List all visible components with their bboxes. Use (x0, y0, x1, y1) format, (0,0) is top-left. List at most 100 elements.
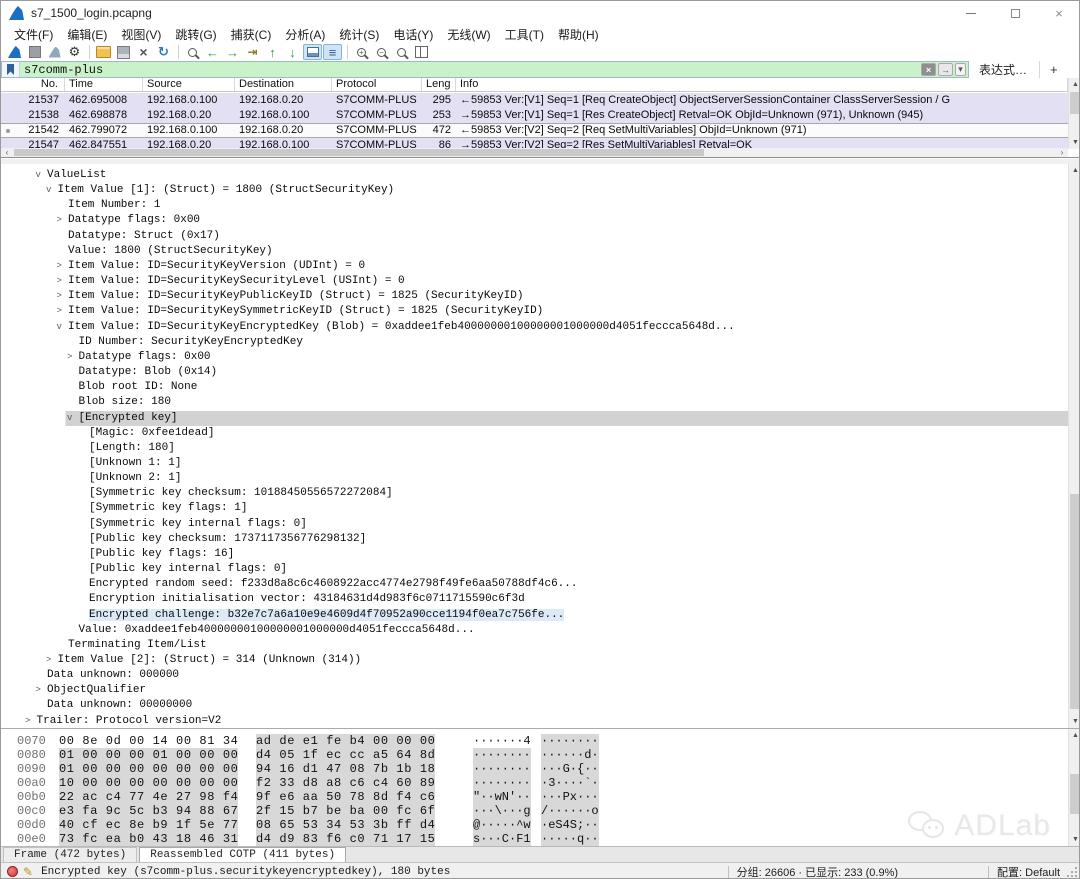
menu-item-f[interactable]: 文件(F) (7, 25, 60, 44)
collapse-arrow-icon[interactable]: v (36, 168, 41, 183)
scroll-thumb[interactable] (1070, 774, 1080, 814)
tree-row[interactable]: >Datatype flags: 0x00 (1, 350, 1068, 365)
tree-row[interactable]: [Unknown 1: 1] (1, 456, 1068, 471)
tree-row[interactable]: [Magic: 0xfee1dead] (1, 426, 1068, 441)
tree-row[interactable]: >ObjectQualifier (1, 683, 1068, 698)
tree-row[interactable]: Encryption initialisation vector: 431846… (1, 592, 1068, 607)
column-header-source[interactable]: Source (143, 78, 235, 91)
scroll-up-icon[interactable]: ▲ (1069, 78, 1080, 91)
tree-row[interactable]: >Item Value: ID=SecurityKeySecurityLevel… (1, 274, 1068, 289)
go-to-packet-icon[interactable]: ⇥ (243, 44, 262, 60)
go-last-icon[interactable]: ↓ (283, 44, 302, 60)
tree-row[interactable]: Blob size: 180 (1, 395, 1068, 410)
zoom-out-icon[interactable]: − (372, 44, 391, 60)
scroll-down-icon[interactable]: ▼ (1069, 715, 1080, 728)
hex-row[interactable]: 009001 00 00 00 00 00 00 0094 16 d1 47 0… (1, 762, 1068, 776)
column-header-destination[interactable]: Destination (235, 78, 332, 91)
clear-filter-icon[interactable]: × (921, 63, 936, 76)
apply-filter-icon[interactable]: → (938, 63, 953, 76)
hex-row[interactable]: 008001 00 00 00 01 00 00 00d4 05 1f ec c… (1, 748, 1068, 762)
go-first-icon[interactable]: ↑ (263, 44, 282, 60)
close-icon[interactable]: × (1037, 1, 1080, 25)
tree-row[interactable]: Data unknown: 000000 (1, 668, 1068, 683)
save-file-icon[interactable] (114, 44, 133, 60)
column-header-time[interactable]: Time (65, 78, 143, 91)
tree-row-highlighted[interactable]: Encrypted challenge: b32e7c7a6a10e9e4609… (1, 608, 1068, 623)
restart-capture-icon[interactable] (45, 44, 64, 60)
display-filter-value[interactable]: s7comm-plus (20, 63, 103, 77)
expand-arrow-icon[interactable]: > (57, 213, 62, 228)
auto-scroll-icon[interactable] (303, 44, 322, 60)
go-back-icon[interactable]: ← (203, 44, 222, 60)
tree-row[interactable]: >Item Value: ID=SecurityKeySymmetricKeyI… (1, 304, 1068, 319)
menu-item-s[interactable]: 统计(S) (332, 25, 386, 44)
capture-comment-icon[interactable]: ✎ (23, 865, 33, 879)
packet-row-selected[interactable]: 21542462.799072192.168.0.100192.168.0.20… (1, 123, 1068, 138)
hex-row[interactable]: 007000 8e 0d 00 14 00 81 34ad de e1 fe b… (1, 734, 1068, 748)
close-file-icon[interactable] (134, 44, 153, 60)
tree-row[interactable]: >Item Value [2]: (Struct) = 314 (Unknown… (1, 653, 1068, 668)
collapse-arrow-icon[interactable]: v (57, 320, 62, 335)
expand-arrow-icon[interactable]: > (57, 259, 62, 274)
menu-item-e[interactable]: 编辑(E) (60, 25, 114, 44)
tree-row[interactable]: Value: 1800 (StructSecurityKey) (1, 244, 1068, 259)
tree-row-selected[interactable]: v[Encrypted key] (1, 411, 1068, 426)
tree-row[interactable]: Data unknown: 00000000 (1, 698, 1068, 713)
tree-row[interactable]: >Item Value: ID=SecurityKeyVersion (UDIn… (1, 259, 1068, 274)
tree-row[interactable]: [Symmetric key flags: 1] (1, 501, 1068, 516)
start-capture-icon[interactable] (5, 44, 24, 60)
column-header-no[interactable]: No. (1, 78, 65, 91)
resize-columns-icon[interactable] (412, 44, 431, 60)
tree-row[interactable]: vValueList (1, 168, 1068, 183)
scroll-up-icon[interactable]: ▲ (1069, 729, 1080, 742)
detail-vscrollbar[interactable]: ▲ ▼ (1068, 164, 1080, 728)
scroll-thumb[interactable] (14, 149, 704, 156)
menu-item-y[interactable]: 电话(Y) (386, 25, 440, 44)
tree-row[interactable]: [Symmetric key internal flags: 0] (1, 517, 1068, 532)
tree-row[interactable]: [Public key checksum: 173711735677629813… (1, 532, 1068, 547)
colorize-icon[interactable] (323, 44, 342, 60)
display-filter-input[interactable]: s7comm-plus × → ▾ (1, 61, 969, 78)
tree-row[interactable]: [Unknown 2: 1] (1, 471, 1068, 486)
bytes-vscrollbar[interactable]: ▲ ▼ (1068, 729, 1080, 846)
minimize-icon[interactable] (949, 1, 993, 25)
tree-row[interactable]: Terminating Item/List (1, 638, 1068, 653)
menu-item-v[interactable]: 视图(V) (114, 25, 168, 44)
packet-list-vscrollbar[interactable]: ▲ ▼ (1068, 78, 1080, 149)
zoom-reset-icon[interactable] (392, 44, 411, 60)
tree-row[interactable]: vItem Value [1]: (Struct) = 1800 (Struct… (1, 183, 1068, 198)
collapse-arrow-icon[interactable]: v (46, 183, 51, 198)
expand-arrow-icon[interactable]: > (36, 683, 41, 698)
maximize-icon[interactable] (993, 1, 1037, 25)
title-bar[interactable]: s7_1500_login.pcapng × (1, 1, 1080, 25)
tree-row[interactable]: vItem Value: ID=SecurityKeyEncryptedKey … (1, 320, 1068, 335)
expand-arrow-icon[interactable]: > (57, 304, 62, 319)
collapse-arrow-icon[interactable]: v (67, 411, 72, 426)
tree-row[interactable]: [Public key internal flags: 0] (1, 562, 1068, 577)
add-filter-button[interactable]: + (1039, 61, 1068, 78)
scroll-right-icon[interactable]: › (1056, 148, 1068, 157)
expression-button[interactable]: 表达式… (969, 61, 1037, 78)
bytes-tab-inactive[interactable]: Frame (472 bytes) (3, 847, 137, 862)
stop-capture-icon[interactable] (25, 44, 44, 60)
expert-info-icon[interactable] (7, 866, 18, 877)
scroll-down-icon[interactable]: ▼ (1069, 833, 1080, 846)
reload-file-icon[interactable] (154, 44, 173, 60)
tree-row[interactable]: Value: 0xaddee1feb4000000010000000100000… (1, 623, 1068, 638)
tree-row[interactable]: ID Number: SecurityKeyEncryptedKey (1, 335, 1068, 350)
tree-row[interactable]: >Item Value: ID=SecurityKeyPublicKeyID (… (1, 289, 1068, 304)
menu-item-a[interactable]: 分析(A) (278, 25, 332, 44)
scroll-thumb[interactable] (1070, 494, 1080, 709)
tree-row[interactable]: Encrypted random seed: f233d8a8c6c460892… (1, 577, 1068, 592)
bytes-tab-active[interactable]: Reassembled COTP (411 bytes) (139, 847, 346, 862)
profile-info[interactable]: 配置: Default (997, 864, 1060, 879)
menu-item-h[interactable]: 帮助(H) (551, 25, 606, 44)
scroll-down-icon[interactable]: ▼ (1069, 136, 1080, 149)
packet-row[interactable]: 21538462.698878192.168.0.20192.168.0.100… (1, 108, 1068, 123)
find-packet-icon[interactable] (183, 44, 202, 60)
column-header-leng[interactable]: Leng (422, 78, 456, 91)
resize-grip[interactable] (1066, 866, 1078, 878)
column-header-protocol[interactable]: Protocol (332, 78, 422, 91)
capture-options-icon[interactable] (65, 44, 84, 60)
menu-item-c[interactable]: 捕获(C) (224, 25, 279, 44)
